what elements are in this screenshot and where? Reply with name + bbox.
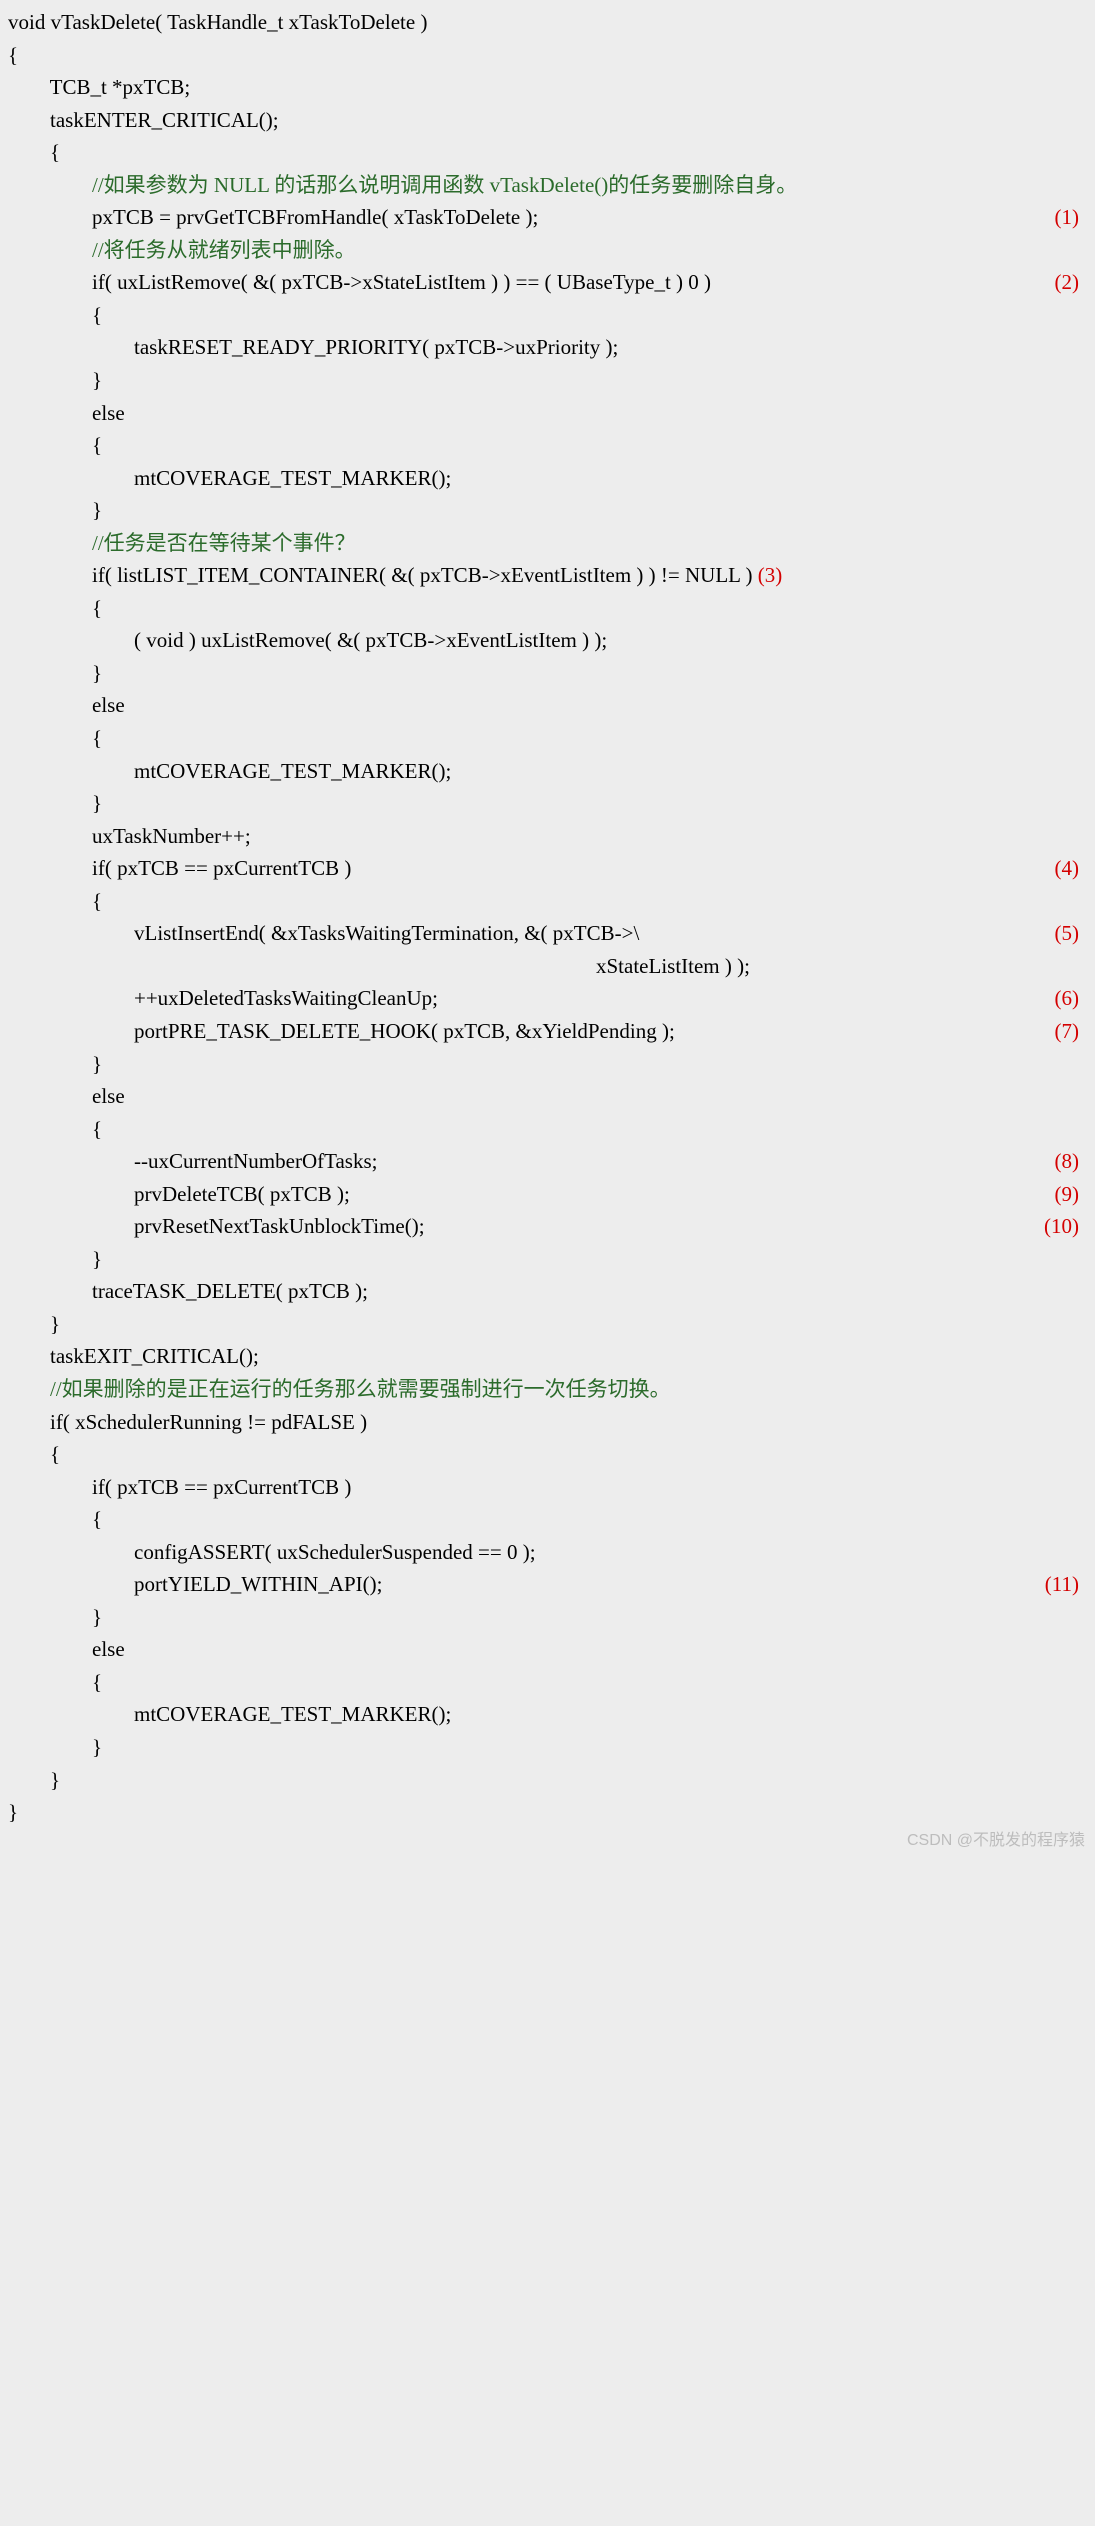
code-text: ++uxDeletedTasksWaitingCleanUp; xyxy=(8,982,438,1015)
code-line: prvResetNextTaskUnblockTime(); (10) xyxy=(8,1210,1083,1243)
code-line: if( uxListRemove( &( pxTCB->xStateListIt… xyxy=(8,266,1083,299)
code-line: { xyxy=(8,592,1083,625)
code-line: } xyxy=(8,1764,1083,1797)
reference-number: (11) xyxy=(382,1568,1083,1601)
code-line: portPRE_TASK_DELETE_HOOK( pxTCB, &xYield… xyxy=(8,1015,1083,1048)
code-line: xStateListItem ) ); xyxy=(8,950,1083,983)
code-line: vListInsertEnd( &xTasksWaitingTerminatio… xyxy=(8,917,1083,950)
comment-line: //如果删除的是正在运行的任务那么就需要强制进行一次任务切换。 xyxy=(8,1373,1083,1406)
code-line: mtCOVERAGE_TEST_MARKER(); xyxy=(8,462,1083,495)
code-line: configASSERT( uxSchedulerSuspended == 0 … xyxy=(8,1536,1083,1569)
code-line: if( pxTCB == pxCurrentTCB ) xyxy=(8,1471,1083,1504)
code-line: { xyxy=(8,885,1083,918)
code-line: } xyxy=(8,1731,1083,1764)
code-line: prvDeleteTCB( pxTCB ); (9) xyxy=(8,1178,1083,1211)
code-line: { xyxy=(8,299,1083,332)
code-text: if( uxListRemove( &( pxTCB->xStateListIt… xyxy=(8,266,711,299)
code-text: if( pxTCB == pxCurrentTCB ) xyxy=(8,852,351,885)
code-line: void vTaskDelete( TaskHandle_t xTaskToDe… xyxy=(8,6,1083,39)
code-line: { xyxy=(8,39,1083,72)
code-line: { xyxy=(8,1438,1083,1471)
code-line: ++uxDeletedTasksWaitingCleanUp; (6) xyxy=(8,982,1083,1015)
code-line: } xyxy=(8,1048,1083,1081)
code-line: } xyxy=(8,1796,1083,1829)
reference-number: (10) xyxy=(425,1210,1083,1243)
code-line: taskRESET_READY_PRIORITY( pxTCB->uxPrior… xyxy=(8,331,1083,364)
comment-line: //如果参数为 NULL 的话那么说明调用函数 vTaskDelete()的任务… xyxy=(8,169,1083,202)
code-line: { xyxy=(8,1666,1083,1699)
code-line: else xyxy=(8,689,1083,722)
code-line: } xyxy=(8,1308,1083,1341)
code-line: uxTaskNumber++; xyxy=(8,820,1083,853)
code-line: } xyxy=(8,787,1083,820)
code-line: pxTCB = prvGetTCBFromHandle( xTaskToDele… xyxy=(8,201,1083,234)
code-line: } xyxy=(8,1601,1083,1634)
code-text: pxTCB = prvGetTCBFromHandle( xTaskToDele… xyxy=(8,201,538,234)
code-line: traceTASK_DELETE( pxTCB ); xyxy=(8,1275,1083,1308)
code-line: { xyxy=(8,1113,1083,1146)
reference-number: (5) xyxy=(639,917,1083,950)
reference-number: (3) xyxy=(758,563,783,587)
code-line: if( xSchedulerRunning != pdFALSE ) xyxy=(8,1406,1083,1439)
code-line: portYIELD_WITHIN_API(); (11) xyxy=(8,1568,1083,1601)
code-text: prvResetNextTaskUnblockTime(); xyxy=(8,1210,425,1243)
code-text: if( listLIST_ITEM_CONTAINER( &( pxTCB->x… xyxy=(8,563,758,587)
code-block: void vTaskDelete( TaskHandle_t xTaskToDe… xyxy=(0,0,1095,1835)
code-line: } xyxy=(8,494,1083,527)
code-line: } xyxy=(8,1243,1083,1276)
code-line: if( pxTCB == pxCurrentTCB ) (4) xyxy=(8,852,1083,885)
code-line: { xyxy=(8,136,1083,169)
code-line: { xyxy=(8,722,1083,755)
code-text: portYIELD_WITHIN_API(); xyxy=(8,1568,382,1601)
code-line: taskENTER_CRITICAL(); xyxy=(8,104,1083,137)
code-line: } xyxy=(8,364,1083,397)
code-line: taskEXIT_CRITICAL(); xyxy=(8,1340,1083,1373)
code-line: mtCOVERAGE_TEST_MARKER(); xyxy=(8,755,1083,788)
reference-number: (9) xyxy=(350,1178,1083,1211)
watermark-text: CSDN @不脱发的程序猿 xyxy=(0,1829,1095,1854)
code-line: else xyxy=(8,1080,1083,1113)
code-line: } xyxy=(8,657,1083,690)
reference-number: (4) xyxy=(351,852,1083,885)
code-line: { xyxy=(8,429,1083,462)
code-line: else xyxy=(8,1633,1083,1666)
reference-number: (7) xyxy=(675,1015,1083,1048)
reference-number: (1) xyxy=(538,201,1083,234)
code-line: ( void ) uxListRemove( &( pxTCB->xEventL… xyxy=(8,624,1083,657)
comment-line: //任务是否在等待某个事件？ xyxy=(8,527,1083,560)
code-text: portPRE_TASK_DELETE_HOOK( pxTCB, &xYield… xyxy=(8,1015,675,1048)
comment-line: //将任务从就绪列表中删除。 xyxy=(8,234,1083,267)
code-line: { xyxy=(8,1503,1083,1536)
code-line: else xyxy=(8,397,1083,430)
reference-number: (2) xyxy=(711,266,1083,299)
code-line: mtCOVERAGE_TEST_MARKER(); xyxy=(8,1698,1083,1731)
code-line: --uxCurrentNumberOfTasks; (8) xyxy=(8,1145,1083,1178)
code-text: vListInsertEnd( &xTasksWaitingTerminatio… xyxy=(8,917,639,950)
code-line: TCB_t *pxTCB; xyxy=(8,71,1083,104)
code-line: if( listLIST_ITEM_CONTAINER( &( pxTCB->x… xyxy=(8,559,1083,592)
code-text: --uxCurrentNumberOfTasks; xyxy=(8,1145,377,1178)
code-text: prvDeleteTCB( pxTCB ); xyxy=(8,1178,350,1211)
reference-number: (8) xyxy=(377,1145,1083,1178)
reference-number: (6) xyxy=(438,982,1083,1015)
